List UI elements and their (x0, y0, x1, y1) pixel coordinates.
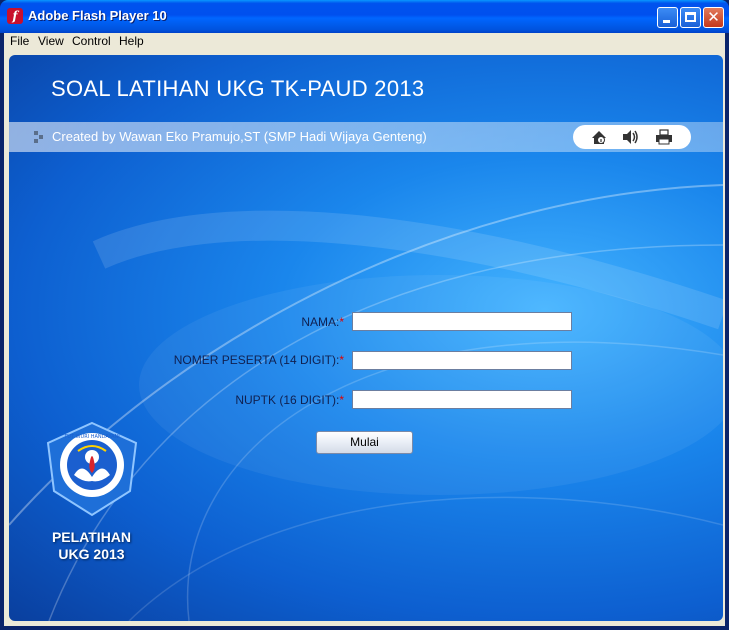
title-bar[interactable]: f Adobe Flash Player 10 ✕ (0, 0, 729, 33)
required-mark: * (339, 315, 344, 329)
required-mark: * (339, 353, 344, 367)
menu-help[interactable]: Help (119, 34, 144, 48)
maximize-icon (685, 12, 696, 22)
info-icon[interactable] (590, 128, 608, 146)
menu-file[interactable]: File (10, 34, 29, 48)
nama-label-text: NAMA: (301, 315, 340, 329)
logo-caption-line2: UKG 2013 (58, 546, 125, 562)
menu-view[interactable]: View (38, 34, 64, 48)
info-bar: Created by Wawan Eko Pramujo,ST (SMP Had… (9, 122, 723, 152)
nomer-peserta-input[interactable] (352, 351, 572, 370)
nuptk-input[interactable] (352, 390, 572, 409)
required-mark: * (339, 393, 344, 407)
nama-input[interactable] (352, 312, 572, 331)
nama-label: NAMA:* (129, 315, 344, 329)
nomer-peserta-label: NOMER PESERTA (14 DIGIT):* (109, 353, 344, 367)
logo-ring-text: TUT WURI HANDAYANI (63, 434, 120, 440)
tut-wuri-handayani-logo: TUT WURI HANDAYANI (46, 421, 138, 517)
nuptk-label-text: NUPTK (16 DIGIT): (235, 393, 340, 407)
window-title: Adobe Flash Player 10 (28, 8, 167, 23)
nomer-peserta-label-text: NOMER PESERTA (14 DIGIT): (173, 353, 340, 367)
page-title: SOAL LATIHAN UKG TK-PAUD 2013 (51, 76, 425, 101)
flash-player-window: f Adobe Flash Player 10 ✕ File View Cont… (0, 0, 729, 630)
close-icon: ✕ (707, 8, 720, 26)
menu-control[interactable]: Control (72, 34, 111, 48)
printer-icon[interactable] (655, 128, 673, 146)
close-button[interactable]: ✕ (703, 7, 724, 28)
minimize-button[interactable] (657, 7, 678, 28)
minimize-icon (663, 20, 670, 23)
credit-text: Created by Wawan Eko Pramujo,ST (SMP Had… (52, 129, 427, 144)
flash-stage: SOAL LATIHAN UKG TK-PAUD 2013 Created by… (9, 55, 723, 621)
maximize-button[interactable] (680, 7, 701, 28)
speaker-icon[interactable] (621, 128, 639, 146)
logo-caption-line1: PELATIHAN (51, 529, 132, 545)
mulai-button[interactable]: Mulai (316, 431, 413, 454)
menu-bar: File View Control Help (4, 33, 725, 50)
flash-player-icon: f (7, 8, 23, 24)
toolbar-pill (573, 125, 691, 149)
bullet-icon (34, 131, 43, 143)
nuptk-label: NUPTK (16 DIGIT):* (129, 393, 344, 407)
